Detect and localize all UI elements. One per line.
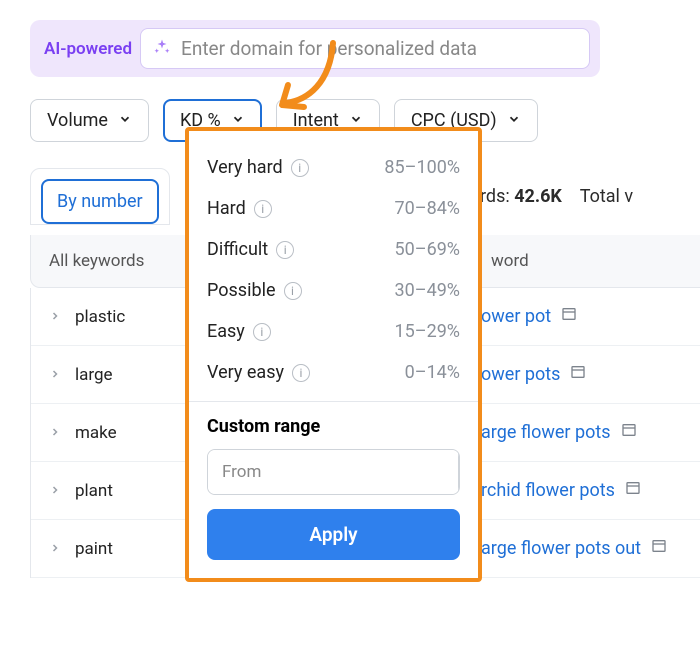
serp-icon[interactable] bbox=[625, 480, 641, 501]
keyword-link[interactable]: ower pot bbox=[481, 306, 551, 327]
kd-option[interactable]: Possible i 30–49% bbox=[207, 270, 460, 311]
filter-volume-label: Volume bbox=[47, 110, 108, 131]
chevron-right-icon bbox=[49, 365, 61, 385]
keyword-link[interactable]: arge flower pots bbox=[481, 422, 611, 443]
group-cell[interactable]: large bbox=[31, 347, 211, 403]
serp-icon[interactable] bbox=[570, 364, 586, 385]
keywords-count: rds: 42.6K Total v bbox=[480, 186, 633, 207]
info-icon[interactable]: i bbox=[284, 282, 302, 300]
kd-option[interactable]: Difficult i 50–69% bbox=[207, 229, 460, 270]
chevron-right-icon bbox=[49, 481, 61, 501]
kd-option-label: Hard bbox=[207, 198, 246, 219]
total-volume-label: Total v bbox=[580, 186, 633, 207]
custom-from-input[interactable] bbox=[208, 450, 459, 494]
info-icon[interactable]: i bbox=[254, 200, 272, 218]
group-cell[interactable]: plastic bbox=[31, 289, 211, 345]
kd-option-label: Very easy bbox=[207, 362, 284, 383]
kd-option-label: Easy bbox=[207, 321, 245, 342]
kd-option[interactable]: Very hard i 85–100% bbox=[207, 147, 460, 188]
kd-option-range: 15–29% bbox=[395, 321, 460, 342]
apply-button[interactable]: Apply bbox=[207, 509, 460, 560]
serp-icon[interactable] bbox=[621, 422, 637, 443]
serp-icon[interactable] bbox=[561, 306, 577, 327]
kd-option-range: 85–100% bbox=[384, 157, 460, 178]
chevron-right-icon bbox=[49, 539, 61, 559]
view-switcher: By number bbox=[30, 168, 170, 225]
ai-powered-badge: AI-powered bbox=[44, 39, 132, 59]
kd-option[interactable]: Hard i 70–84% bbox=[207, 188, 460, 229]
group-label: plastic bbox=[75, 307, 125, 327]
info-icon[interactable]: i bbox=[253, 323, 271, 341]
custom-range-inputs bbox=[207, 449, 460, 495]
kd-option-label: Very hard bbox=[207, 157, 283, 178]
chevron-down-icon bbox=[118, 110, 132, 131]
kd-option-range: 50–69% bbox=[395, 239, 460, 260]
kd-option-label: Possible bbox=[207, 280, 276, 301]
keyword-link[interactable]: arge flower pots out bbox=[481, 538, 641, 559]
info-icon[interactable]: i bbox=[276, 241, 294, 259]
kd-dropdown-panel: Very hard i 85–100% Hard i 70–84% Difficult … bbox=[185, 127, 482, 582]
info-icon[interactable]: i bbox=[291, 159, 309, 177]
kd-option[interactable]: Very easy i 0–14% bbox=[207, 352, 460, 393]
divider bbox=[189, 401, 478, 402]
ai-domain-input-wrap[interactable] bbox=[140, 28, 590, 69]
domain-input[interactable] bbox=[181, 37, 577, 60]
chevron-right-icon bbox=[49, 423, 61, 443]
keyword-link[interactable]: rchid flower pots bbox=[481, 480, 615, 501]
kd-option-range: 0–14% bbox=[405, 362, 460, 383]
group-label: paint bbox=[75, 539, 113, 559]
by-number-tab[interactable]: By number bbox=[41, 179, 159, 224]
serp-icon[interactable] bbox=[651, 538, 667, 559]
kd-option[interactable]: Easy i 15–29% bbox=[207, 311, 460, 352]
sparkle-icon bbox=[153, 38, 171, 60]
kd-option-range: 70–84% bbox=[395, 198, 460, 219]
group-cell[interactable]: paint bbox=[31, 521, 211, 577]
chevron-right-icon bbox=[49, 307, 61, 327]
filter-volume[interactable]: Volume bbox=[30, 99, 149, 142]
custom-range-label: Custom range bbox=[207, 416, 460, 437]
group-label: large bbox=[75, 365, 113, 385]
annotation-arrow-icon bbox=[268, 35, 348, 129]
group-label: make bbox=[75, 423, 117, 443]
info-icon[interactable]: i bbox=[292, 364, 310, 382]
group-cell[interactable]: plant bbox=[31, 463, 211, 519]
keywords-prefix: rds: bbox=[480, 186, 514, 207]
custom-to-input[interactable] bbox=[459, 450, 460, 494]
th-all-keywords[interactable]: All keywords bbox=[31, 235, 211, 287]
group-label: plant bbox=[75, 481, 113, 501]
kd-option-range: 30–49% bbox=[395, 280, 460, 301]
keyword-link[interactable]: ower pots bbox=[481, 364, 560, 385]
chevron-down-icon bbox=[507, 110, 521, 131]
group-cell[interactable]: make bbox=[31, 405, 211, 461]
keywords-value: 42.6K bbox=[514, 186, 562, 207]
kd-option-label: Difficult bbox=[207, 239, 268, 260]
